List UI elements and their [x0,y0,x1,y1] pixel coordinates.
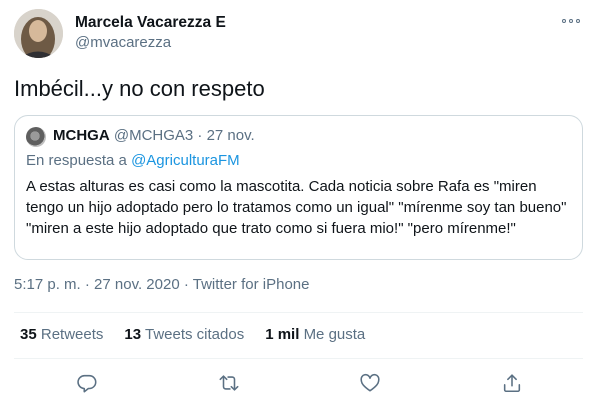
tweet-source[interactable]: Twitter for iPhone [193,276,310,293]
quoted-handle-date: @MCHGA3 · 27 nov. [113,127,255,144]
quoted-author-name[interactable]: MCHGA [53,127,110,144]
retweet-icon[interactable] [218,372,240,394]
tweet-meta: 5:17 p. m. · 27 nov. 2020 · Twitter for … [14,276,309,293]
divider [14,358,583,359]
quote-tweets-count: 13 [124,326,142,343]
engagement-stats: 35 Retweets 13 Tweets citados 1 mil Me g… [20,326,386,343]
quote-tweets-label: Tweets citados [144,326,245,343]
tweet-text: Imbécil...y no con respeto [14,76,265,101]
tweet-date[interactable]: 27 nov. 2020 [94,276,180,293]
likes-stat[interactable]: 1 mil Me gusta [265,326,365,343]
author-name[interactable]: Marcela Vacarezza E [75,14,226,32]
retweets-label: Retweets [40,326,104,343]
share-icon[interactable] [501,372,523,394]
reply-prefix: En respuesta a [26,152,132,169]
meta-separator: · [179,276,193,293]
quoted-avatar[interactable] [26,127,46,147]
reply-icon[interactable] [76,372,98,394]
tweet-time[interactable]: 5:17 p. m. [14,276,81,293]
more-options-icon[interactable] [562,16,580,26]
quoted-tweet[interactable]: MCHGA @MCHGA3 · 27 nov. En respuesta a @… [14,115,583,260]
meta-separator: · [80,276,95,293]
likes-label: Me gusta [303,326,366,343]
quoted-header: MCHGA @MCHGA3 · 27 nov. [53,127,255,144]
like-icon[interactable] [359,372,381,394]
reply-handle-link[interactable]: @AgriculturaFM [131,152,240,169]
author-handle[interactable]: @mvacarezza [75,34,171,51]
avatar[interactable] [14,9,63,58]
retweets-count: 35 [20,326,37,343]
reply-context: En respuesta a @AgriculturaFM [26,152,240,169]
quote-tweets-stat[interactable]: 13 Tweets citados [124,326,244,343]
tweet-card: Marcela Vacarezza E @mvacarezza Imbécil.… [0,0,592,415]
retweets-stat[interactable]: 35 Retweets [20,326,103,343]
likes-count: 1 mil [265,326,300,343]
quoted-text: A estas alturas es casi como la mascotit… [26,178,567,237]
divider [14,312,583,313]
